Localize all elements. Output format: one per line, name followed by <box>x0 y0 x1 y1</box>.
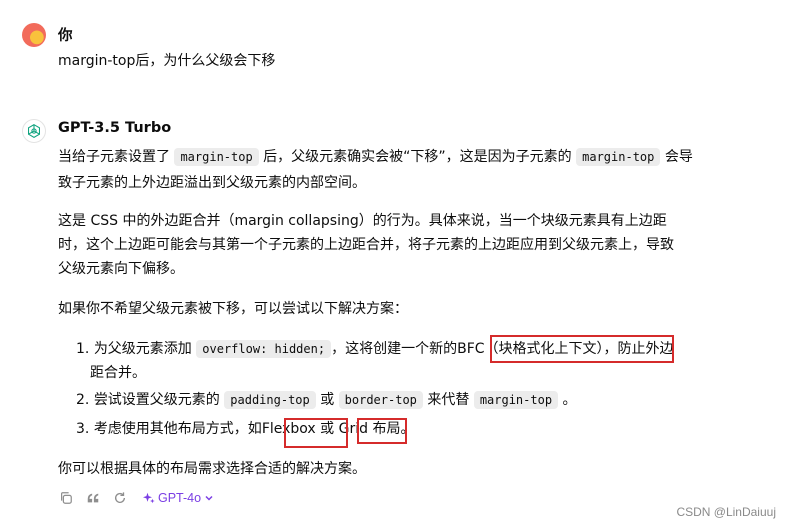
text: 考虑使用其他布局方式，如 <box>93 421 262 437</box>
assistant-avatar <box>22 119 46 143</box>
paragraph-2-line-3: 父级元素向下偏移。 <box>58 261 184 277</box>
paragraph-4: 你可以根据具体的布局需求选择合适的解决方案。 <box>58 461 366 477</box>
text: Flexbox <box>261 421 316 437</box>
text: Grid <box>338 421 369 437</box>
paragraph-1-line-2: 致子元素的上外边距溢出到父级元素的内部空间。 <box>58 175 366 191</box>
text: 来代替 <box>427 392 470 408</box>
paragraph-1-line-1: 当给子元素设置了 margin-top 后，父级元素确实会被“下移”，这是因为子… <box>58 144 693 170</box>
list-item-1: 1. 为父级元素添加 overflow: hidden; ，这将创建一个新的BFC… <box>76 336 674 362</box>
user-message: 你 margin-top后，为什么父级会下移 <box>22 22 762 82</box>
text: 会导 <box>664 149 693 165</box>
text: 为父级元素添加 <box>93 341 192 357</box>
paragraph-3: 如果你不希望父级元素被下移，可以尝试以下解决方案： <box>58 301 408 317</box>
openai-logo-icon <box>28 124 40 138</box>
inline-code: padding-top <box>224 391 316 409</box>
assistant-name: GPT-3.5 Turbo <box>58 120 172 136</box>
inline-code: border-top <box>338 391 423 409</box>
message-toolbar: GPT-4o <box>58 488 214 508</box>
text: 当给子元素设置了 <box>58 149 170 165</box>
list-number: 1. <box>76 341 90 357</box>
paragraph-2-line-2: 时，这个上边距可能会与其第一个子元素的上边距合并，将子元素的上边距应用到父级元素… <box>58 237 674 253</box>
assistant-message: GPT-3.5 Turbo 当给子元素设置了 margin-top 后，父级元素… <box>22 118 782 488</box>
regenerate-icon[interactable] <box>112 490 128 506</box>
text: 或 <box>320 421 335 437</box>
list-number: 3. <box>76 421 90 437</box>
list-item-1-line-2: 距合并。 <box>90 365 146 381</box>
text: ，防止外边 <box>603 341 674 357</box>
list-item-3: 3. 考虑使用其他布局方式，如Flexbox 或 Grid 布局。 <box>76 416 414 442</box>
model-label: GPT-4o <box>158 491 202 505</box>
model-selector-button[interactable]: GPT-4o <box>143 491 214 505</box>
quote-icon[interactable] <box>85 490 101 506</box>
text: ，这将创建一个新的 <box>331 341 458 357</box>
sparkle-icon <box>143 492 155 504</box>
text: 后，父级元素确实会被“下移”，这是因为子元素的 <box>263 149 572 165</box>
paragraph-2-line-1: 这是 CSS 中的外边距合并（margin collapsing）的行为。具体来… <box>58 213 667 229</box>
text: 尝试设置父级元素的 <box>93 392 220 408</box>
list-number: 2. <box>76 392 90 408</box>
text: BFC（块格式化上下文） <box>457 341 604 357</box>
text: 布局。 <box>372 421 415 437</box>
user-avatar <box>22 23 46 47</box>
user-message-text: margin-top后，为什么父级会下移 <box>58 53 276 69</box>
watermark: CSDN @LinDaiuuj <box>676 505 776 519</box>
chevron-down-icon <box>205 495 213 501</box>
user-name: 你 <box>58 28 73 44</box>
inline-code: margin-top <box>174 148 259 166</box>
copy-icon[interactable] <box>58 490 74 506</box>
text: 。 <box>562 392 577 408</box>
list-item-2: 2. 尝试设置父级元素的 padding-top 或 border-top 来代… <box>76 387 577 413</box>
inline-code: margin-top <box>473 391 559 409</box>
inline-code: overflow: hidden; <box>196 340 332 358</box>
inline-code: margin-top <box>576 148 661 166</box>
text: 或 <box>320 392 335 408</box>
